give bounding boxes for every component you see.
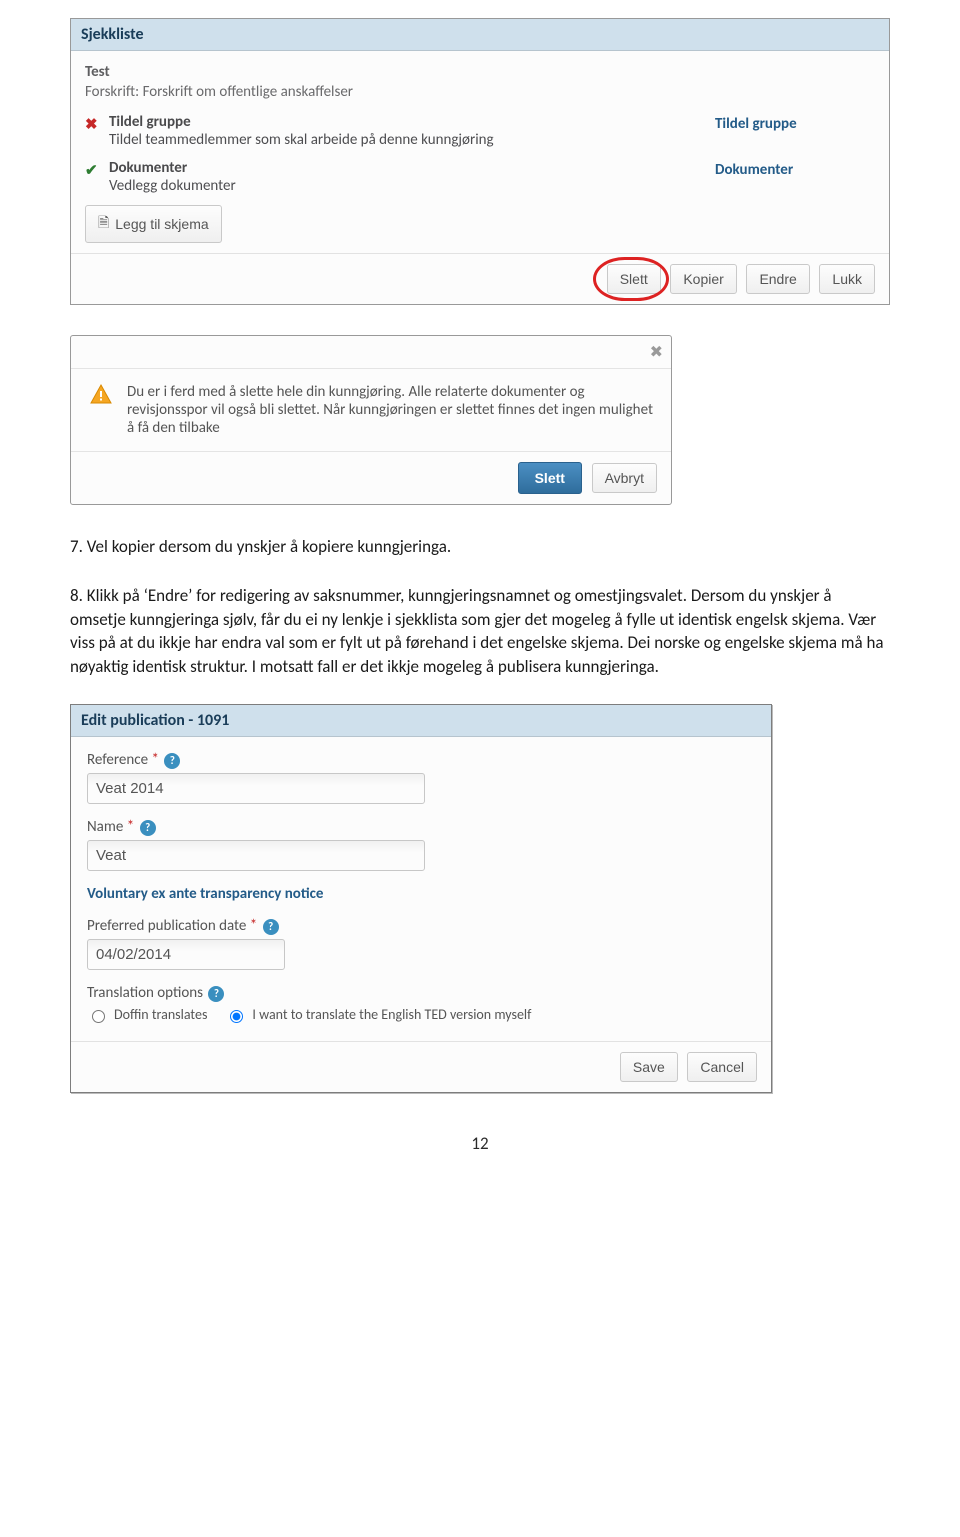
help-icon[interactable]: ? — [164, 753, 180, 769]
dialog-message: Du er i ferd med å slette hele din kunng… — [127, 383, 655, 437]
endre-button[interactable]: Endre — [746, 264, 809, 294]
sjekkliste-panel: Sjekkliste Test Forskrift: Forskrift om … — [70, 18, 890, 305]
item-title: Dokumenter — [109, 159, 715, 177]
tildel-gruppe-link[interactable]: Tildel gruppe — [715, 113, 875, 133]
edit-publication-panel: Edit publication - 1091 Reference * ? Na… — [70, 704, 772, 1093]
avbryt-button[interactable]: Avbryt — [592, 463, 657, 493]
help-icon[interactable]: ? — [263, 919, 279, 935]
radio-doffin-label: Doffin translates — [114, 1006, 207, 1023]
radio-input-doffin[interactable] — [92, 1010, 105, 1023]
check-icon: ✔ — [85, 159, 109, 180]
radio-self-translate[interactable]: I want to translate the English TED vers… — [225, 1006, 531, 1023]
body-line-7: 7. Vel kopier dersom du ynskjer å kopier… — [70, 535, 890, 558]
dialog-header: ✖ — [71, 336, 671, 369]
document-plus-icon: 🗎 — [98, 212, 109, 236]
radio-self-label: I want to translate the English TED vers… — [252, 1006, 531, 1023]
checklist-item: ✔ Dokumenter Vedlegg dokumenter Dokument… — [85, 159, 875, 195]
kopier-button[interactable]: Kopier — [670, 264, 736, 294]
item-desc: Vedlegg dokumenter — [109, 177, 715, 195]
pubdate-label: Preferred publication date * ? — [87, 917, 755, 935]
test-name: Test — [85, 63, 875, 81]
checklist-item: ✖ Tildel gruppe Tildel teammedlemmer som… — [85, 113, 875, 149]
radio-doffin-translates[interactable]: Doffin translates — [87, 1006, 207, 1023]
reference-input[interactable] — [87, 773, 425, 804]
edit-panel-title: Edit publication - 1091 — [71, 705, 771, 737]
confirm-slett-button[interactable]: Slett — [518, 462, 582, 494]
page-number: 12 — [70, 1133, 890, 1154]
legg-til-skjema-label: Legg til skjema — [115, 216, 208, 232]
sjekkliste-title: Sjekkliste — [71, 19, 889, 51]
cross-icon: ✖ — [85, 113, 109, 134]
body-line-8: 8. Klikk på ‘Endre’ for redigering av sa… — [70, 584, 890, 678]
translation-options-label: Translation options ? — [87, 984, 755, 1002]
forskrift-line: Forskrift: Forskrift om offentlige anska… — [85, 83, 875, 101]
edit-footer: Save Cancel — [71, 1041, 771, 1092]
notice-section-title: Voluntary ex ante transparency notice — [87, 885, 755, 903]
legg-til-skjema-button[interactable]: 🗎 Legg til skjema — [85, 205, 222, 243]
sjekkliste-body: Test Forskrift: Forskrift om offentlige … — [71, 51, 889, 253]
save-button[interactable]: Save — [620, 1052, 678, 1082]
item-title: Tildel gruppe — [109, 113, 715, 131]
confirm-dialog: ✖ Du er i ferd med å slette hele din kun… — [70, 335, 672, 505]
cancel-button[interactable]: Cancel — [687, 1052, 757, 1082]
item-desc: Tildel teammedlemmer som skal arbeide på… — [109, 131, 715, 149]
sjekkliste-buttonbar: Slett Kopier Endre Lukk — [71, 253, 889, 304]
dialog-footer: Slett Avbryt — [71, 451, 671, 504]
warning-triangle-icon — [87, 383, 115, 407]
lukk-button[interactable]: Lukk — [819, 264, 875, 294]
help-icon[interactable]: ? — [208, 986, 224, 1002]
radio-input-self[interactable] — [230, 1010, 243, 1023]
dokumenter-link[interactable]: Dokumenter — [715, 159, 875, 179]
dialog-body: Du er i ferd med å slette hele din kunng… — [71, 369, 671, 451]
pubdate-input[interactable] — [87, 939, 285, 970]
name-input[interactable] — [87, 840, 425, 871]
name-label: Name * ? — [87, 818, 755, 836]
slett-button[interactable]: Slett — [607, 264, 661, 294]
close-icon[interactable]: ✖ — [650, 342, 663, 362]
reference-label: Reference * ? — [87, 751, 755, 769]
help-icon[interactable]: ? — [140, 820, 156, 836]
